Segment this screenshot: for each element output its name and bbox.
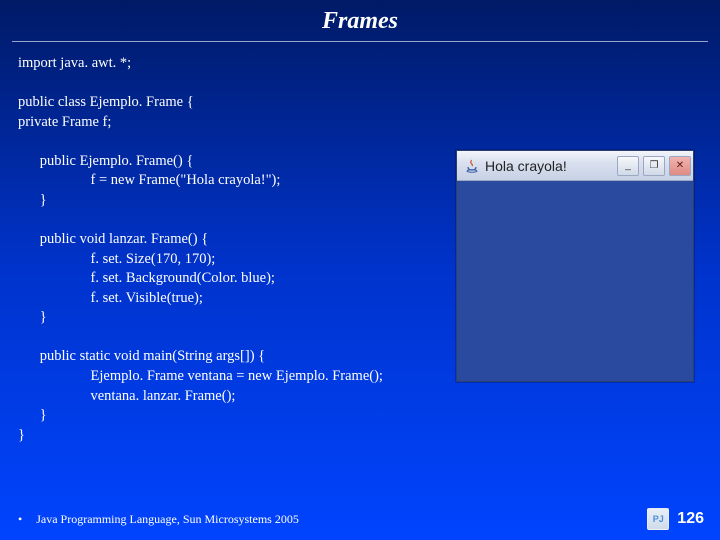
footer: • Java Programming Language, Sun Microsy… [18,508,704,530]
awt-frame-window: Hola crayola! _ ❐ ✕ [456,150,694,382]
minimize-icon: _ [625,160,631,171]
footer-right: PJ 126 [647,508,704,530]
awt-titlebar: Hola crayola! _ ❐ ✕ [457,151,693,181]
footer-left: • Java Programming Language, Sun Microsy… [18,512,299,527]
divider [12,41,708,42]
awt-window-body [457,181,693,381]
close-icon: ✕ [676,160,684,171]
page-number: 126 [677,510,704,528]
maximize-button[interactable]: ❐ [643,156,665,176]
java-cup-icon [463,157,481,175]
maximize-icon: ❐ [650,160,659,171]
footer-source: Java Programming Language, Sun Microsyst… [36,512,299,527]
close-button[interactable]: ✕ [669,156,691,176]
pj-logo-icon: PJ [647,508,669,530]
slide-title: Frames [0,8,720,35]
footer-bullet: • [18,512,22,527]
minimize-button[interactable]: _ [617,156,639,176]
awt-window-title: Hola crayola! [485,158,613,174]
pj-logo-text: PJ [653,514,664,524]
slide-title-bar: Frames [0,0,720,41]
